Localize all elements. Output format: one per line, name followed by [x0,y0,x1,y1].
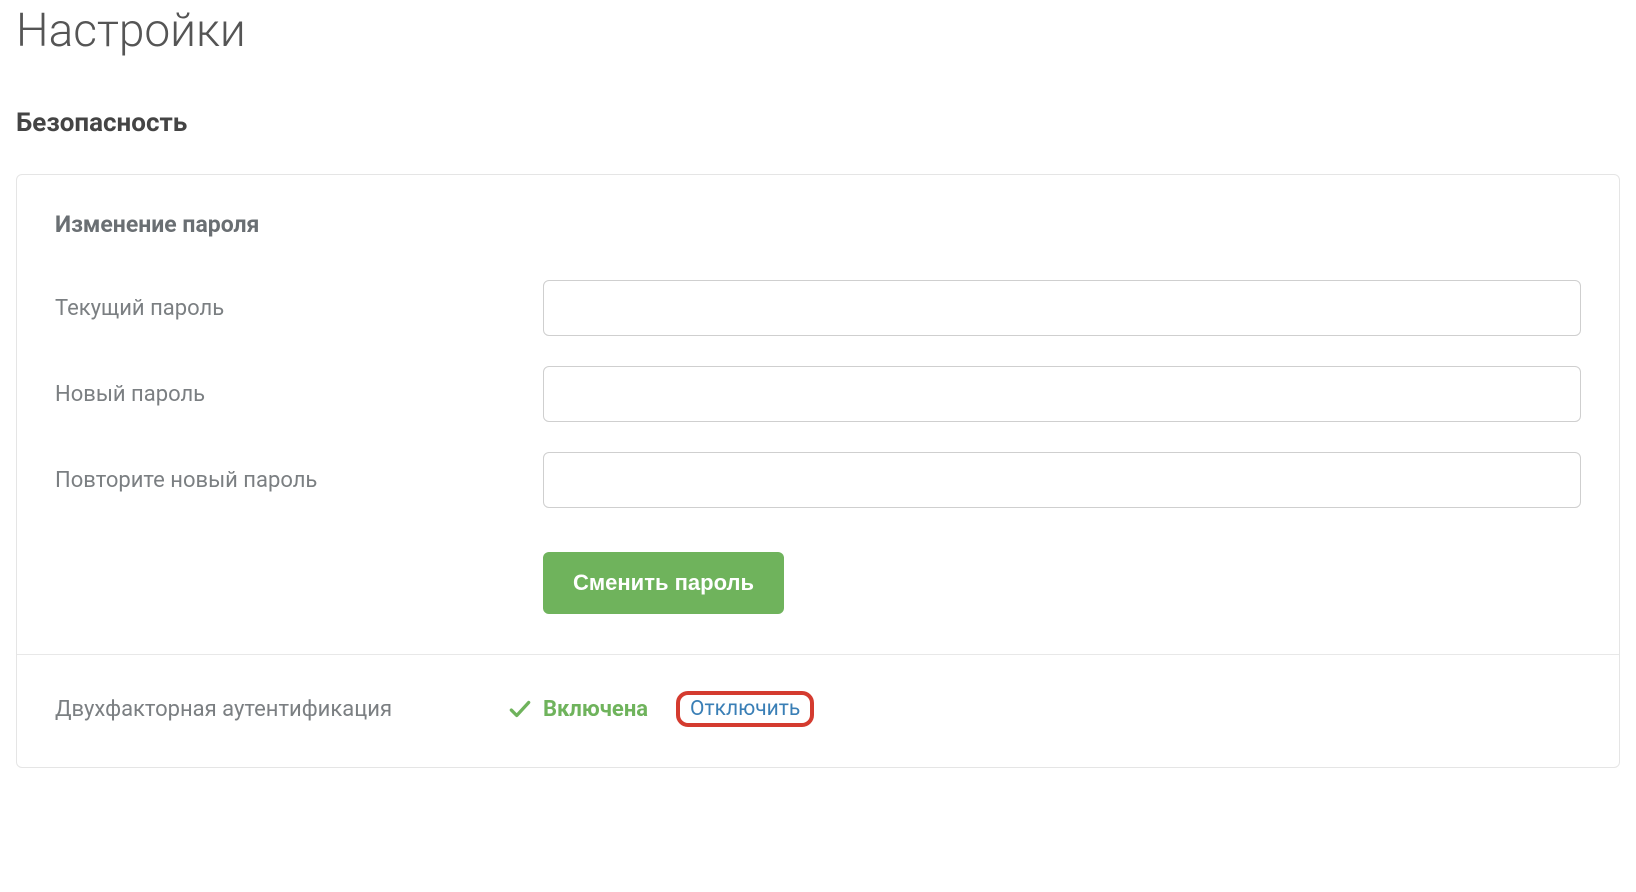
new-password-input[interactable] [543,366,1581,422]
password-actions: Сменить пароль [55,552,1581,614]
security-section-title: Безопасность [16,108,1620,138]
current-password-input[interactable] [543,280,1581,336]
twofa-section: Двухфакторная аутентификация Включена От… [17,654,1619,767]
repeat-password-row: Повторите новый пароль [55,452,1581,508]
current-password-label: Текущий пароль [55,296,543,321]
twofa-disable-link[interactable]: Отключить [676,691,814,727]
check-icon [507,696,533,722]
twofa-status: Включена [507,696,648,722]
twofa-status-group: Включена Отключить [507,691,814,727]
page-title: Настройки [16,4,1620,58]
password-change-subtitle: Изменение пароля [55,211,1581,238]
repeat-password-label: Повторите новый пароль [55,468,543,493]
repeat-password-input[interactable] [543,452,1581,508]
twofa-status-text: Включена [543,697,648,722]
security-panel: Изменение пароля Текущий пароль Новый па… [16,174,1620,768]
new-password-row: Новый пароль [55,366,1581,422]
change-password-button[interactable]: Сменить пароль [543,552,784,614]
password-change-section: Изменение пароля Текущий пароль Новый па… [17,175,1619,654]
twofa-label: Двухфакторная аутентификация [55,697,507,722]
new-password-label: Новый пароль [55,382,543,407]
current-password-row: Текущий пароль [55,280,1581,336]
